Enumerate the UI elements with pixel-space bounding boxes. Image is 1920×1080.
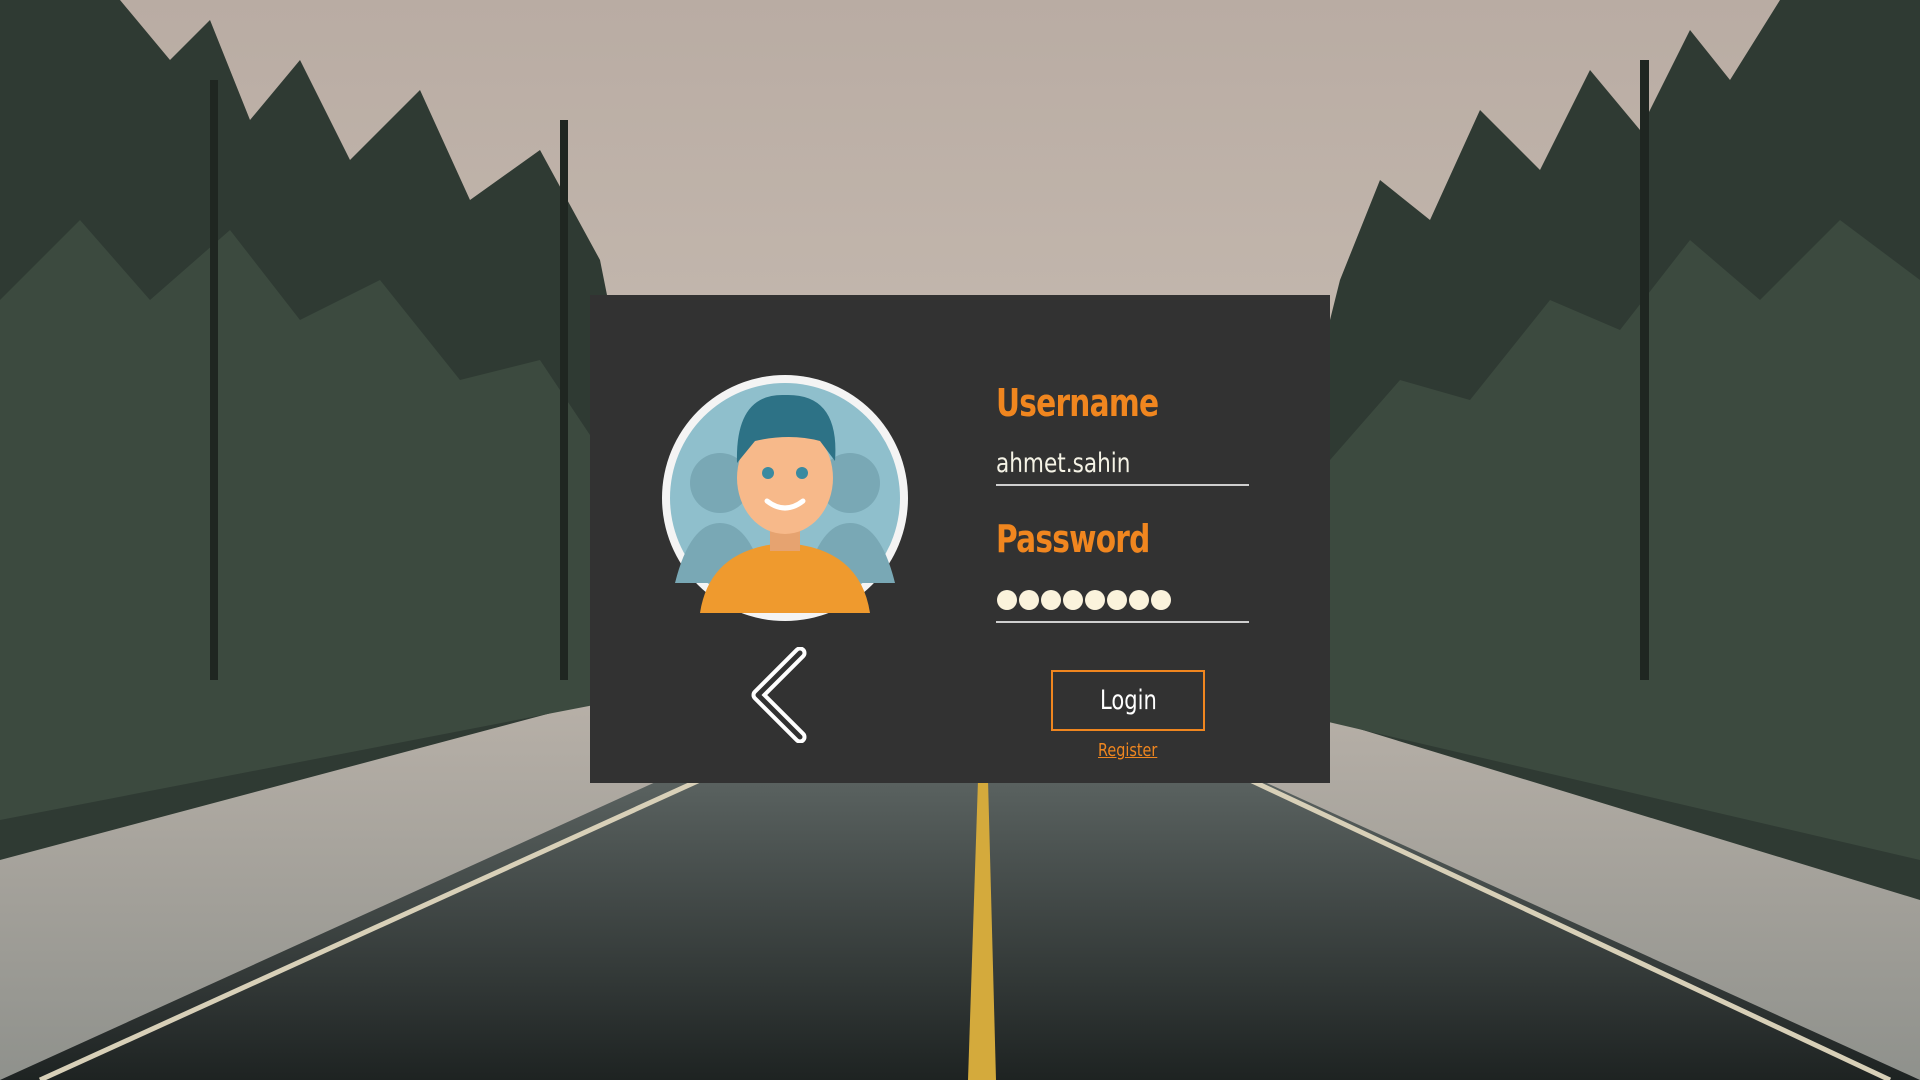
login-button-label: Login: [1099, 685, 1157, 716]
user-avatar-icon: [662, 375, 908, 621]
password-label: Password: [996, 517, 1150, 561]
username-input[interactable]: [996, 442, 1249, 486]
username-label: Username: [996, 381, 1159, 425]
chevron-left-icon[interactable]: [748, 647, 824, 743]
login-panel: Username ahmet.sahin Password Login Regi…: [590, 295, 1330, 783]
login-button[interactable]: Login: [1051, 670, 1205, 731]
password-input[interactable]: [996, 579, 1249, 623]
register-link[interactable]: Register: [1098, 740, 1157, 761]
